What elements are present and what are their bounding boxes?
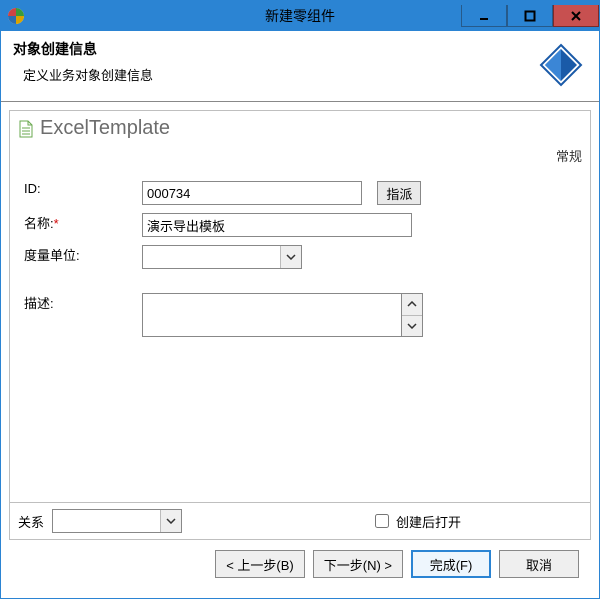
back-button[interactable]: < 上一步(B) xyxy=(215,550,305,578)
banner-heading: 对象创建信息 xyxy=(13,39,587,59)
dialog-body: ExcelTemplate 常规 ID: 指派 xyxy=(1,102,599,598)
panel-tab-label: 常规 xyxy=(10,142,590,169)
open-after-checkbox-input[interactable] xyxy=(375,514,389,528)
form-panel: ExcelTemplate 常规 ID: 指派 xyxy=(9,110,591,540)
cancel-button[interactable]: 取消 xyxy=(499,550,579,578)
uom-value xyxy=(143,246,280,268)
description-input[interactable] xyxy=(142,293,402,337)
wizard-banner: 对象创建信息 定义业务对象创建信息 xyxy=(1,31,599,102)
open-after-checkbox[interactable]: 创建后打开 xyxy=(371,511,461,531)
id-input[interactable] xyxy=(142,181,362,205)
relation-label: 关系 xyxy=(18,512,44,531)
close-button[interactable] xyxy=(553,5,599,27)
spin-down-icon[interactable] xyxy=(402,316,422,337)
assign-button[interactable]: 指派 xyxy=(377,181,421,205)
name-label: 名称: xyxy=(24,216,54,231)
app-icon xyxy=(7,7,25,25)
finish-button[interactable]: 完成(F) xyxy=(411,550,491,578)
relation-value xyxy=(53,510,160,532)
chevron-down-icon[interactable] xyxy=(280,246,301,268)
title-bar: 新建零组件 xyxy=(1,1,599,31)
wizard-buttons: < 上一步(B) 下一步(N) > 完成(F) 取消 xyxy=(9,540,591,590)
open-after-label: 创建后打开 xyxy=(396,512,461,531)
relation-combo[interactable] xyxy=(52,509,182,533)
chevron-down-icon[interactable] xyxy=(160,510,181,532)
document-icon xyxy=(18,120,34,138)
description-spinner xyxy=(402,293,423,337)
form-area: ID: 指派 名称:* xyxy=(10,169,590,502)
uom-label: 度量单位: xyxy=(24,248,80,263)
banner-subtext: 定义业务对象创建信息 xyxy=(23,65,587,84)
name-input[interactable] xyxy=(142,213,412,237)
next-button[interactable]: 下一步(N) > xyxy=(313,550,403,578)
maximize-button[interactable] xyxy=(507,5,553,27)
window-controls xyxy=(461,5,599,27)
required-marker: * xyxy=(54,216,59,231)
panel-footer: 关系 创建后打开 xyxy=(10,502,590,539)
spin-up-icon[interactable] xyxy=(402,294,422,316)
id-label: ID: xyxy=(24,181,41,196)
minimize-button[interactable] xyxy=(461,5,507,27)
desc-label: 描述: xyxy=(24,296,54,311)
dialog-window: 新建零组件 对象创建信息 定义业务对象创建信息 xyxy=(0,0,600,599)
type-label: ExcelTemplate xyxy=(40,117,170,140)
uom-combo[interactable] xyxy=(142,245,302,269)
panel-header: ExcelTemplate xyxy=(10,111,590,142)
diamond-icon xyxy=(539,43,583,87)
